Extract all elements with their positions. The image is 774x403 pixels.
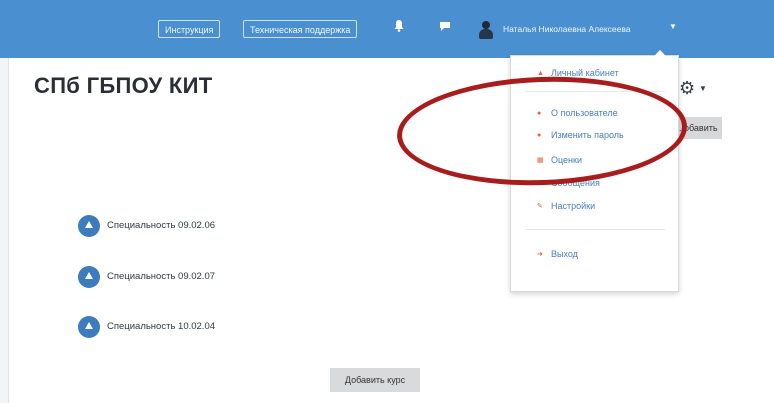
avatar[interactable] [479,21,493,39]
chat-icon[interactable] [437,20,453,38]
category-icon [78,266,100,288]
category-label[interactable]: Специальность 09.02.06 [107,220,215,231]
category-icon [78,215,100,237]
category-icon [78,316,100,338]
wrench-icon: ✎ [537,203,543,210]
chevron-down-icon[interactable]: ▼ [669,22,677,31]
chevron-down-icon[interactable]: ▼ [699,84,707,93]
bell-icon[interactable] [391,20,407,38]
gear-icon[interactable]: ⚙ [679,78,695,99]
category-label[interactable]: Специальность 10.02.04 [107,321,215,332]
menu-divider [525,229,665,230]
tech-support-button[interactable]: Техническая поддержка [243,20,358,38]
logout-icon: ➜ [537,251,543,258]
category-label[interactable]: Специальность 09.02.07 [107,271,215,282]
instruction-button[interactable]: Инструкция [158,20,221,38]
add-course-button[interactable]: Добавить курс [330,368,420,392]
user-name-link[interactable]: Наталья Николаевна Алексеева [503,24,631,34]
page-title: СПб ГБПОУ КИТ [34,73,213,98]
